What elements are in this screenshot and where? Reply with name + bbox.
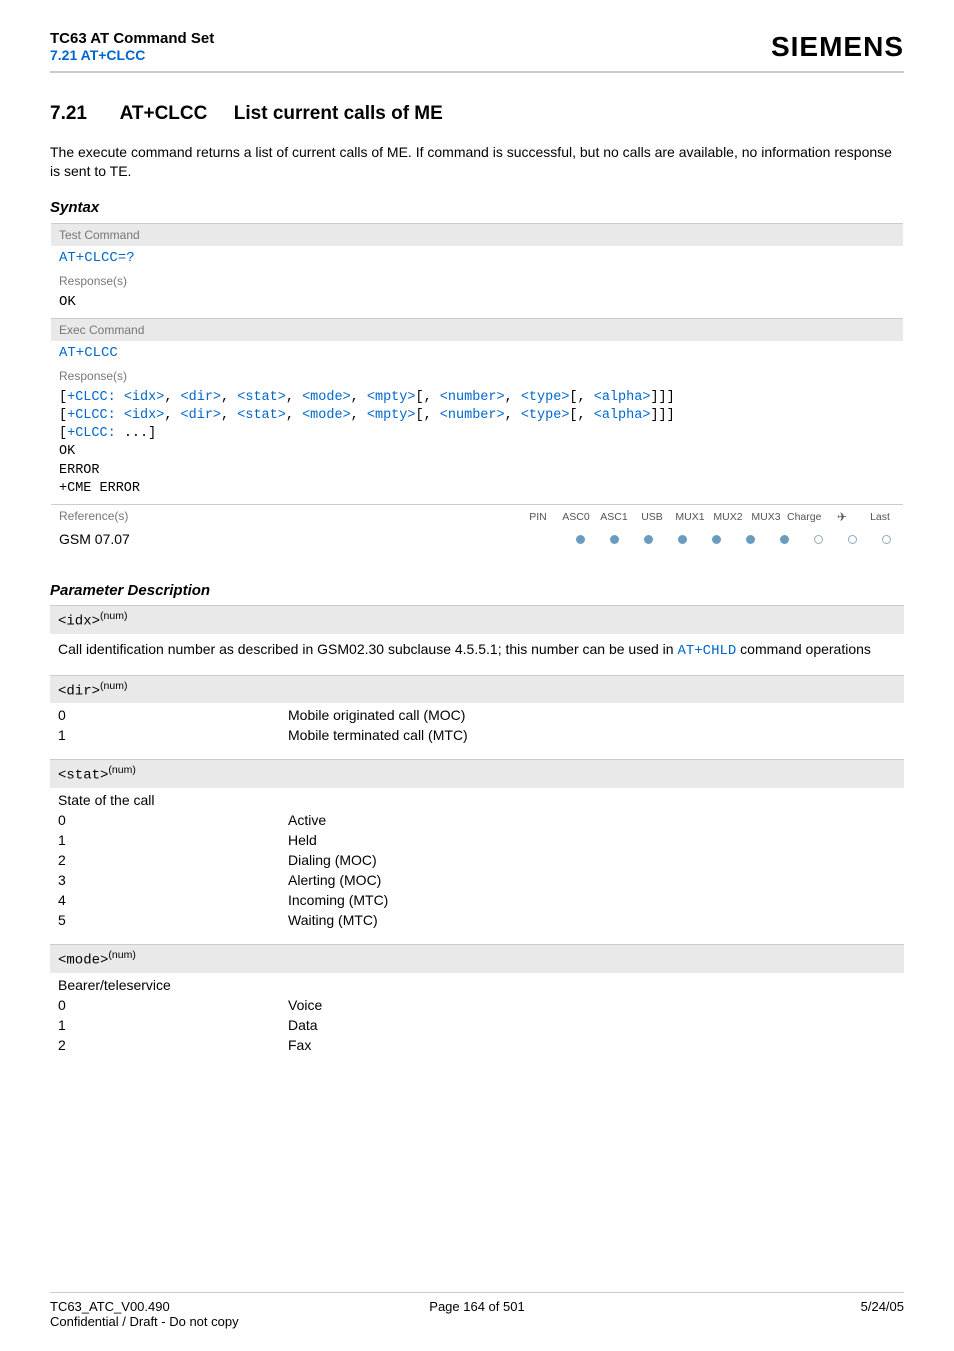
section-number: 7.21 (50, 103, 87, 124)
syntax-heading: Syntax (50, 199, 904, 216)
param-stat-caption: State of the call (58, 790, 896, 810)
doc-subtitle: 7.21 AT+CLCC (50, 47, 214, 63)
dot-mux1 (712, 535, 721, 544)
page: TC63 AT Command Set 7.21 AT+CLCC SIEMENS… (0, 0, 954, 1351)
chip-asc1: ASC1 (597, 511, 631, 523)
table-row: 5Waiting (MTC) (58, 910, 896, 930)
dot-asc1 (644, 535, 653, 544)
exec-resp-cme: +CME ERROR (59, 480, 895, 498)
param-mode-caption: Bearer/teleservice (58, 975, 896, 995)
chip-asc0: ASC0 (559, 511, 593, 523)
param-mode: <mode>(num) Bearer/teleservice 0Voice 1D… (50, 944, 904, 1065)
table-row: 1Data (58, 1015, 896, 1035)
airplane-icon: ✈ (825, 510, 859, 524)
brand-logo: SIEMENS (771, 31, 904, 63)
param-dir-name: <dir>(num) (50, 676, 904, 704)
section-intro: The execute command returns a list of cu… (50, 143, 904, 181)
dot-last (882, 535, 891, 544)
chip-last: Last (863, 511, 897, 523)
table-row: 0Active (58, 810, 896, 830)
reference-body-row: GSM 07.07 (51, 527, 903, 555)
page-header: TC63 AT Command Set 7.21 AT+CLCC SIEMENS (50, 30, 904, 63)
param-idx: <idx>(num) Call identification number as… (50, 605, 904, 671)
table-row: 3Alerting (MOC) (58, 870, 896, 890)
table-row: 0Mobile originated call (MOC) (58, 705, 896, 725)
param-desc-heading: Parameter Description (50, 582, 904, 599)
chip-dots (563, 531, 903, 547)
section-title: List current calls of ME (234, 103, 443, 124)
chip-charge: Charge (787, 511, 821, 523)
exec-command: AT+CLCC (51, 341, 903, 365)
footer-page: Page 164 of 501 (50, 1299, 904, 1314)
header-left: TC63 AT Command Set 7.21 AT+CLCC (50, 30, 214, 63)
section-heading: 7.21 AT+CLCC List current calls of ME (50, 103, 904, 125)
table-row: 1Mobile terminated call (MTC) (58, 725, 896, 745)
test-command: AT+CLCC=? (51, 246, 903, 270)
dot-airplane (848, 535, 857, 544)
chip-pin: PIN (521, 511, 555, 523)
param-stat-table: State of the call 0Active 1Held 2Dialing… (50, 788, 904, 940)
dot-mux2 (746, 535, 755, 544)
dot-asc0 (610, 535, 619, 544)
exec-resp-line-2: [+CLCC: <idx>, <dir>, <stat>, <mode>, <m… (59, 407, 895, 425)
param-stat: <stat>(num) State of the call 0Active 1H… (50, 759, 904, 940)
chip-mux3: MUX3 (749, 511, 783, 523)
exec-command-label: Exec Command (51, 319, 903, 341)
table-row: 2Fax (58, 1035, 896, 1055)
exec-resp-line-1: [+CLCC: <idx>, <dir>, <stat>, <mode>, <m… (59, 389, 895, 407)
reference-value: GSM 07.07 (51, 531, 563, 547)
exec-response-lines: [+CLCC: <idx>, <dir>, <stat>, <mode>, <m… (51, 387, 903, 504)
reference-header-row: Reference(s) PIN ASC0 ASC1 USB MUX1 MUX2… (51, 504, 903, 527)
dot-usb (678, 535, 687, 544)
exec-resp-error: ERROR (59, 462, 895, 480)
chip-usb: USB (635, 511, 669, 523)
dot-charge (814, 535, 823, 544)
page-footer: TC63_ATC_V00.490 Confidential / Draft - … (50, 1292, 904, 1329)
chip-mux2: MUX2 (711, 511, 745, 523)
table-row: 1Held (58, 830, 896, 850)
chip-mux1: MUX1 (673, 511, 707, 523)
link-at-chld[interactable]: AT+CHLD (677, 643, 736, 659)
test-response-ok: OK (51, 292, 903, 318)
param-mode-name: <mode>(num) (50, 945, 904, 973)
exec-responses-label: Response(s) (51, 365, 903, 387)
header-divider (50, 71, 904, 73)
dot-mux3 (780, 535, 789, 544)
doc-title: TC63 AT Command Set (50, 30, 214, 47)
param-idx-name: <idx>(num) (50, 606, 904, 634)
chip-header: PIN ASC0 ASC1 USB MUX1 MUX2 MUX3 Charge … (521, 506, 903, 526)
table-row: 0Voice (58, 995, 896, 1015)
param-mode-table: Bearer/teleservice 0Voice 1Data 2Fax (50, 973, 904, 1065)
section-command: AT+CLCC (120, 103, 208, 124)
footer-confidential: Confidential / Draft - Do not copy (50, 1314, 239, 1329)
param-stat-name: <stat>(num) (50, 760, 904, 788)
syntax-box: Test Command AT+CLCC=? Response(s) OK Ex… (50, 222, 904, 556)
param-dir-table: 0Mobile originated call (MOC) 1Mobile te… (50, 703, 904, 755)
table-row: 2Dialing (MOC) (58, 850, 896, 870)
test-command-label: Test Command (51, 224, 903, 246)
table-row: 4Incoming (MTC) (58, 890, 896, 910)
param-dir: <dir>(num) 0Mobile originated call (MOC)… (50, 675, 904, 756)
exec-resp-more: [+CLCC: ...] (59, 425, 895, 443)
references-label: Reference(s) (51, 505, 521, 527)
dot-pin (576, 535, 585, 544)
exec-resp-ok: OK (59, 443, 895, 461)
responses-label: Response(s) (51, 270, 903, 292)
param-idx-desc: Call identification number as described … (50, 634, 904, 671)
